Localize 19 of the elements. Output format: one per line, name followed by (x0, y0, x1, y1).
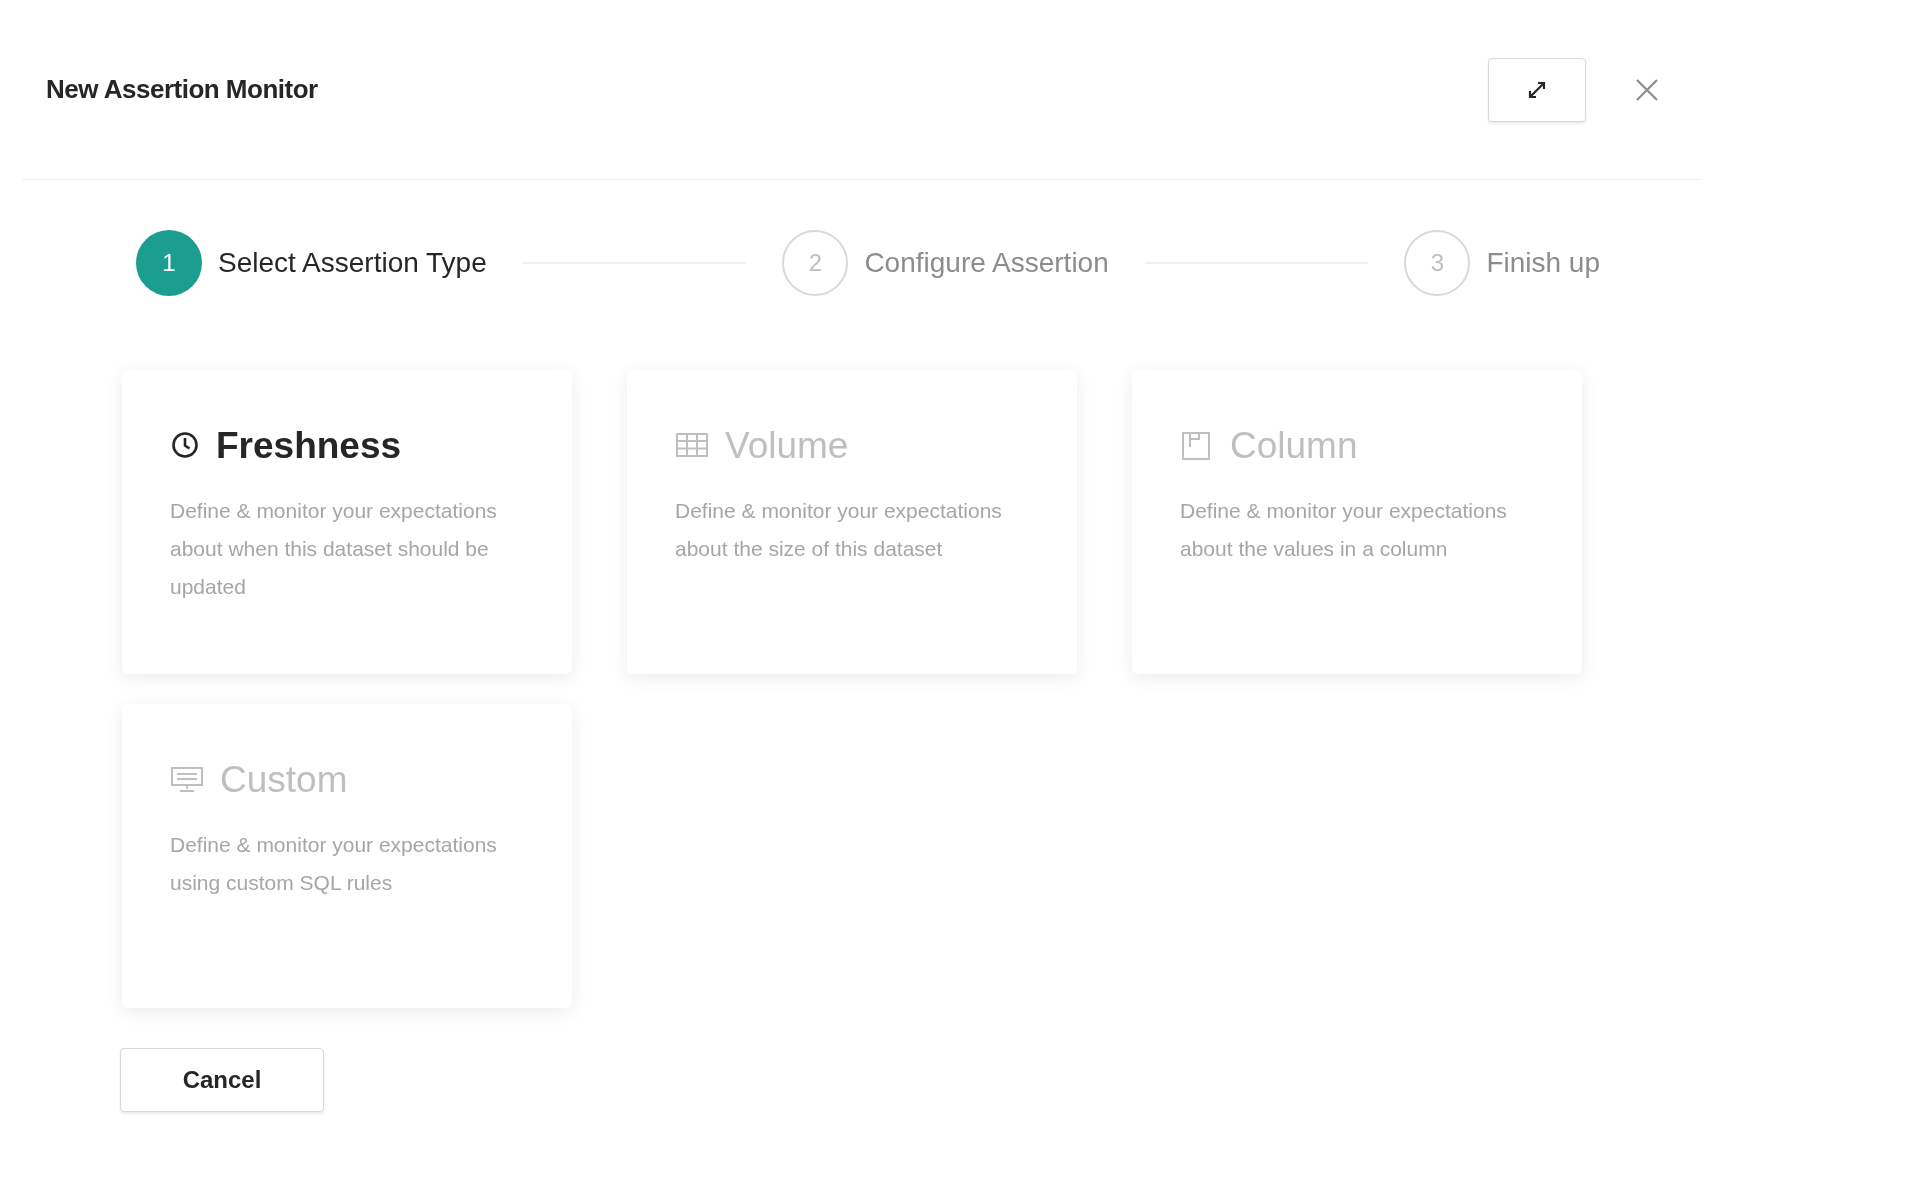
card-description: Define & monitor your expectations using custom SQL rules (170, 831, 498, 896)
cancel-button[interactable]: Cancel (120, 1048, 324, 1112)
step-label: Finish up (1486, 246, 1600, 280)
step-number: 3 (1404, 230, 1471, 296)
card-title: Custom (220, 758, 348, 802)
step-label: Configure Assertion (864, 246, 1109, 280)
step-label: Select Assertion Type (218, 246, 487, 280)
card-title: Volume (725, 424, 849, 468)
card-description: Define & monitor your expectations about the size of this dataset (675, 497, 1003, 562)
card-description: Define & monitor your expectations about when this dataset should be updated (170, 497, 498, 600)
card-title: Column (1230, 424, 1358, 468)
dialog-title: New Assertion Monitor (46, 73, 319, 106)
close-button[interactable] (1634, 76, 1660, 103)
assertion-type-card[interactable]: Freshness Define & monitor your expectations about when this dataset should be updated (122, 370, 572, 674)
card-description: Define & monitor your expectations about the values in a column (1180, 497, 1508, 562)
step-number: 2 (782, 230, 849, 296)
close-icon (1634, 76, 1660, 103)
card-title: Freshness (216, 424, 402, 468)
step-number: 1 (136, 230, 202, 296)
